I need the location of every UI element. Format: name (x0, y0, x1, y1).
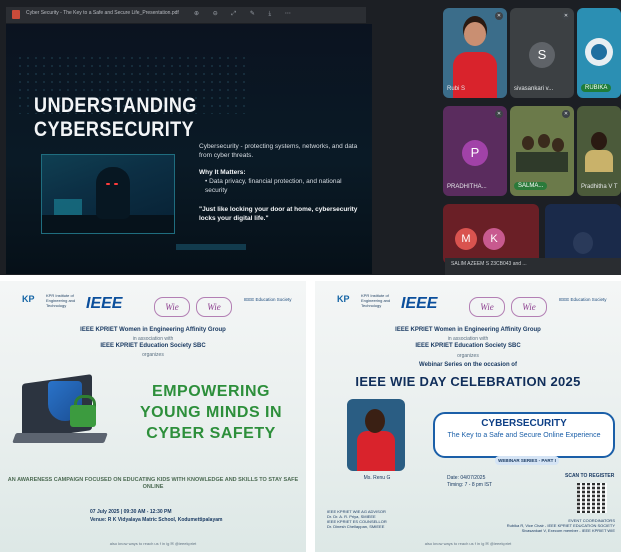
participant-tile[interactable]: Pradhitha V T (577, 106, 621, 196)
org-line: IEEE KPRIET Women in Engineering Affinit… (395, 327, 541, 333)
mic-off-icon: ✕ (495, 110, 503, 118)
wie-logo: Wie (196, 297, 232, 317)
qr-code-icon[interactable] (577, 483, 607, 513)
scan-label: SCAN TO REGISTER (565, 473, 615, 479)
participant-name: RUBIKA (581, 84, 612, 92)
slide-quote: "Just like locking your door at home, cy… (199, 206, 358, 222)
event-date: Date: 04/07/2025 (447, 475, 486, 481)
poster-cyber-safety: KP KPR Institute of Engineering and Tech… (0, 281, 306, 552)
social-footer: also know ways to reach us f in ig ✉ @ie… (424, 541, 512, 546)
slide-body: Cybersecurity - protecting systems, netw… (199, 142, 359, 223)
org-line-2: IEEE KPRIET Education Society SBC (100, 343, 206, 349)
participant-avatar: S (529, 42, 555, 68)
slide-accent-bar (176, 244, 246, 250)
participant-tile[interactable]: P ✕ PRADHITHA... (443, 106, 507, 196)
organizes-line: organizes (457, 353, 479, 359)
participant-tile[interactable]: S ✕ sivasankari v... (510, 8, 574, 98)
social-footer: also know ways to reach us f in ig ✉ @ie… (109, 541, 197, 546)
kpr-logo: KP KPR Institute of Engineering and Tech… (22, 293, 76, 308)
mic-off-icon: ✕ (562, 12, 570, 20)
laptop-shield-lock-icon (12, 374, 122, 457)
webinar-series-badge: WEBINAR SERIES - PART I (495, 456, 559, 465)
participant-name: sivasankari v... (514, 86, 554, 92)
poster-title: EMPOWERING YOUNG MINDS IN CYBER SAFETY (139, 383, 283, 442)
event-time: Timing: 7 - 8 pm IST (447, 482, 493, 488)
org-line: IEEE KPRIET Women in Engineering Affinit… (80, 327, 226, 333)
slide-why-point: • Data privacy, financial protection, an… (205, 178, 342, 194)
coordinators: EVENT COORDINATORS Rubika R, Vice Chair … (506, 518, 615, 533)
kpr-logo: KP KPR Institute of Engineering and Tech… (337, 293, 391, 308)
org-line-2: IEEE KPRIET Education Society SBC (415, 343, 521, 349)
topic-box: CYBERSECURITY The Key to a Safe and Secu… (433, 412, 615, 458)
campaign-description: AN AWARENESS CAMPAIGN FOCUSED ON EDUCATI… (7, 477, 299, 490)
pdf-icon (12, 10, 20, 19)
wie-logo: Wie (469, 297, 505, 317)
topic-subtitle: The Key to a Safe and Secure Online Expe… (447, 432, 601, 439)
ieee-logo: IEEE (401, 295, 438, 312)
event-date: 07 July 2025 | 09:30 AM - 12:30 PM (90, 509, 172, 515)
assoc-line: in association with (447, 336, 489, 342)
kpr-logo-icon: KP (337, 294, 350, 304)
education-society-logo: IEEE Education Society (244, 297, 292, 302)
participant-tile[interactable]: M K (443, 204, 539, 264)
mic-off-icon: ✕ (495, 12, 503, 20)
speaker-photo (347, 399, 405, 471)
participant-name: SALMA... (514, 182, 548, 190)
kpr-logo-icon: KP (22, 294, 35, 304)
poster-wie-day: KP KPR Institute of Engineering and Tech… (315, 281, 621, 552)
ieee-logo: IEEE (86, 295, 123, 312)
speaker-name: Ms. Renu G (363, 475, 391, 481)
advisors: IEEE KPRIET WIE AG ADVISOR Dr. Dr. A. R.… (327, 509, 387, 529)
participant-avatar: K (483, 228, 505, 250)
participant-avatar: P (462, 140, 488, 166)
presentation-slide: UNDERSTANDING CYBERSECURITY Cybersecurit… (6, 24, 372, 274)
pdf-toolbar: Cyber Security - The Key to a Safe and S… (6, 7, 366, 23)
assoc-line: in association with (132, 336, 174, 342)
hacker-image (41, 154, 175, 234)
logo-row: KP KPR Institute of Engineering and Tech… (315, 291, 621, 321)
participant-name: Rubi S (447, 86, 466, 92)
pdf-tool-icons[interactable]: ⊕ ⊖ ⤢ ✎ ⤓ ⋯ (194, 10, 297, 18)
education-society-logo: IEEE Education Society (559, 297, 607, 302)
series-line: Webinar Series on the occasion of (419, 362, 517, 368)
mic-off-icon: ✕ (562, 110, 570, 118)
slide-why-heading: Why It Matters: (199, 169, 246, 176)
wie-logo: Wie (154, 297, 190, 317)
participant-avatar: M (455, 228, 477, 250)
wie-logo: Wie (511, 297, 547, 317)
logo-row: KP KPR Institute of Engineering and Tech… (0, 291, 306, 321)
poster-title: IEEE WIE DAY CELEBRATION 2025 (355, 374, 581, 389)
participant-tile[interactable]: RUBIKA (577, 8, 621, 98)
participant-tile[interactable] (545, 204, 621, 264)
pdf-title: Cyber Security - The Key to a Safe and S… (26, 10, 179, 16)
slide-title: UNDERSTANDING CYBERSECURITY (34, 94, 197, 141)
participant-name: Pradhitha V T (581, 184, 618, 190)
join-notification[interactable]: SALIM AZEEM S 23CB043 and ... (445, 258, 621, 275)
meeting-window: Cyber Security - The Key to a Safe and S… (0, 0, 621, 275)
participant-tile[interactable]: ✕ SALMA... (510, 106, 574, 196)
participant-name: PRADHITHA... (447, 184, 487, 190)
organizes-line: organizes (142, 352, 164, 358)
slide-definition: Cybersecurity - protecting systems, netw… (199, 143, 358, 159)
face (464, 22, 486, 46)
event-venue: Venue: R K Vidyalaya Matric School, Kodu… (90, 517, 223, 523)
topic-title: CYBERSECURITY (481, 418, 567, 429)
participant-tile[interactable]: ✕ Rubi S (443, 8, 507, 98)
